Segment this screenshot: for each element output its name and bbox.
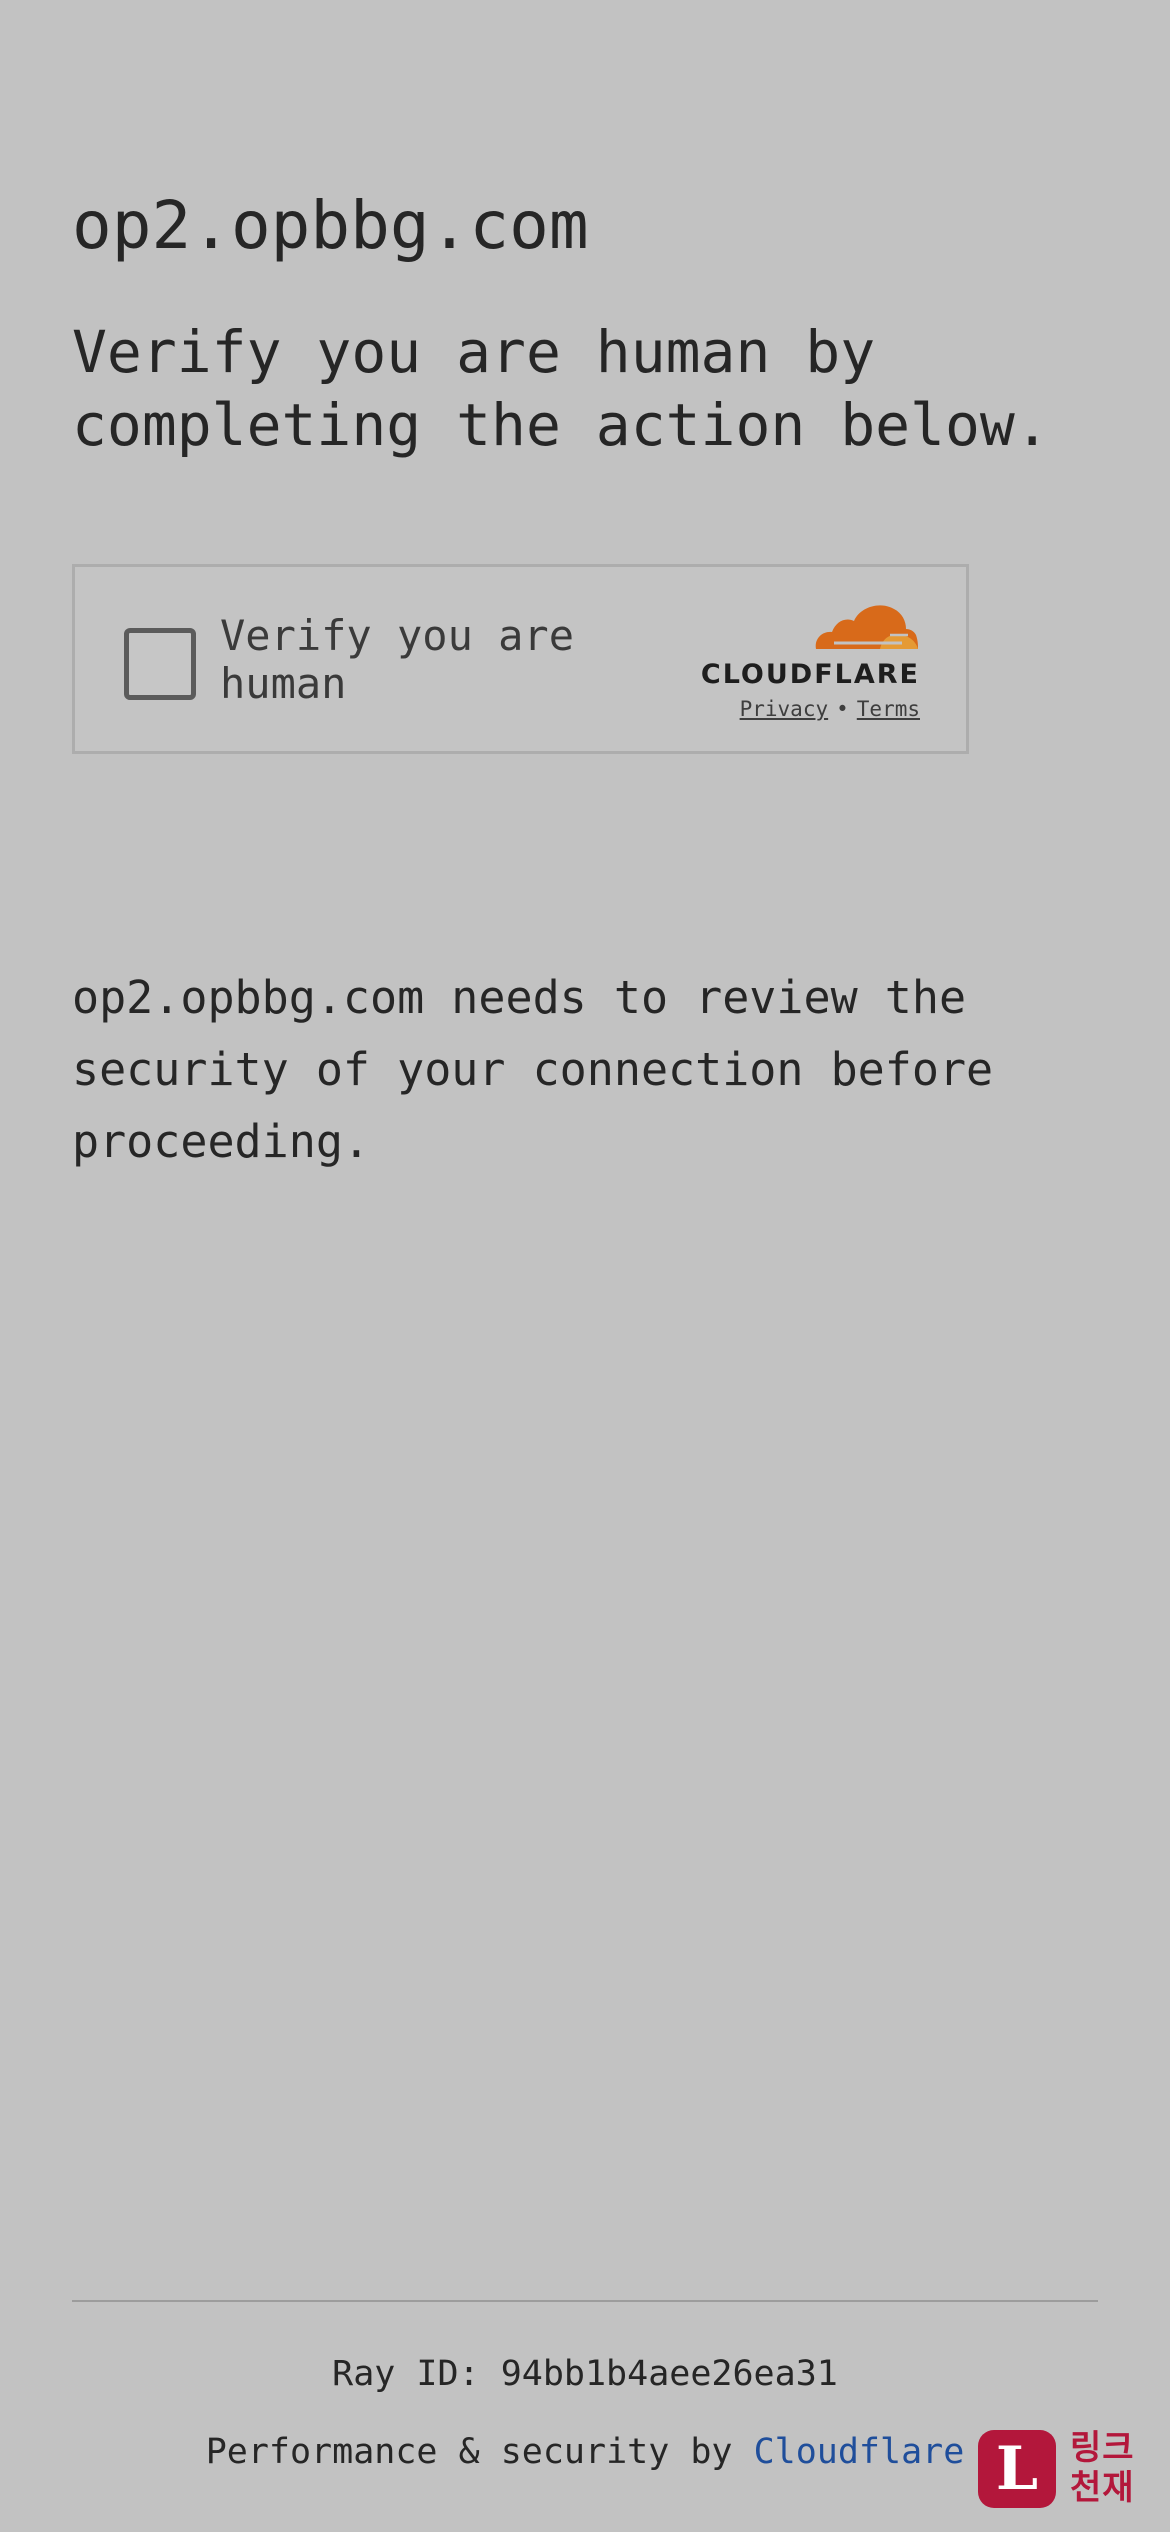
cloudflare-brand: CLOUDFLARE Privacy • Terms xyxy=(690,599,920,724)
verify-checkbox-label[interactable]: Verify you are human xyxy=(220,612,650,708)
watermark-logo-icon: L xyxy=(978,2430,1056,2508)
challenge-widget: Verify you are human CLOUDFLARE Privacy •… xyxy=(72,564,969,754)
watermark-badge: L 링크천재 xyxy=(978,2428,1164,2510)
terms-link[interactable]: Terms xyxy=(857,697,920,721)
widget-links: Privacy • Terms xyxy=(740,697,920,721)
links-separator: • xyxy=(836,697,849,721)
privacy-link[interactable]: Privacy xyxy=(740,697,829,721)
footer-divider xyxy=(72,2300,1098,2302)
cloudflare-wordmark: CLOUDFLARE xyxy=(700,659,920,690)
performance-prefix: Performance & security by xyxy=(205,2432,733,2472)
cloud-icon xyxy=(815,605,918,649)
watermark-text: 링크천재 xyxy=(1070,2428,1135,2508)
site-title: op2.opbbg.com xyxy=(72,187,589,264)
verify-checkbox[interactable] xyxy=(124,628,196,700)
ray-id: Ray ID: 94bb1b4aee26ea31 xyxy=(332,2354,838,2394)
verification-headline: Verify you are human by completing the a… xyxy=(72,318,1050,459)
security-review-text: op2.opbbg.com needs to review the securi… xyxy=(72,971,994,1168)
cloudflare-link[interactable]: Cloudflare xyxy=(754,2432,965,2472)
